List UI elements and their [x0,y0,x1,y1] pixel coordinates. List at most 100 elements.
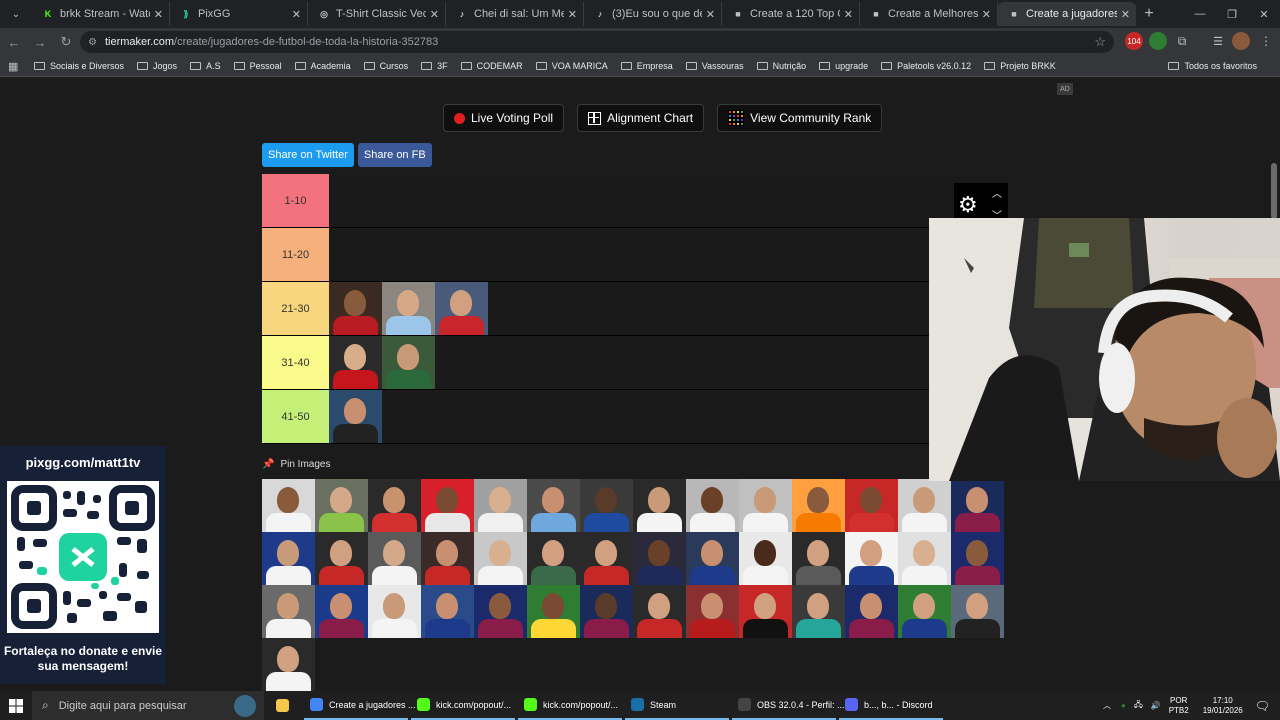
extension-green-icon[interactable] [1149,32,1167,50]
player-image[interactable] [262,532,315,585]
tray-app-icon[interactable]: ● [1121,701,1126,710]
player-image[interactable] [527,532,580,585]
player-image[interactable] [382,282,435,335]
player-image[interactable] [792,479,845,532]
close-tab-icon[interactable]: ✕ [430,8,439,21]
minimize-button[interactable]: — [1184,0,1216,28]
close-tab-icon[interactable]: ✕ [706,8,715,21]
close-tab-icon[interactable]: ✕ [154,8,163,21]
extensions-puzzle-icon[interactable]: ⧉ [1173,32,1191,50]
player-image[interactable] [329,282,382,335]
player-image[interactable] [421,479,474,532]
player-image[interactable] [527,585,580,638]
move-up-icon[interactable]: ︿ [992,185,1002,200]
player-image[interactable] [315,479,368,532]
player-image[interactable] [686,585,739,638]
player-image[interactable] [845,532,898,585]
browser-tab[interactable]: ♪ Chei di sal: Um Meme Eng ✕ [446,2,584,26]
player-image[interactable] [421,585,474,638]
profile-avatar[interactable] [1232,32,1250,50]
tier-label[interactable]: 41-50 [262,390,329,443]
player-image[interactable] [898,585,951,638]
player-image[interactable] [262,479,315,532]
tray-overflow-icon[interactable]: ︿ [1103,700,1111,711]
bookmark-folder[interactable]: Academia [294,61,351,71]
player-image[interactable] [435,282,488,335]
player-image[interactable] [329,390,382,443]
player-image[interactable] [474,479,527,532]
player-image[interactable] [580,479,633,532]
share-facebook-button[interactable]: Share on FB [357,143,432,167]
pin-images-toggle[interactable]: 📌 Pin Images [262,459,330,470]
close-tab-icon[interactable]: ✕ [1121,8,1130,21]
player-image[interactable] [951,532,1004,585]
address-bar[interactable]: ⚙ tiermaker.com/create/jugadores-de-futb… [80,31,1114,53]
player-image[interactable] [686,479,739,532]
new-tab-button[interactable]: + [1136,5,1162,23]
player-image[interactable] [329,336,382,389]
player-image[interactable] [580,585,633,638]
player-image[interactable] [845,585,898,638]
volume-icon[interactable]: 🔊 [1151,701,1161,710]
bookmark-folder[interactable]: A.S [190,61,221,71]
notification-icon[interactable]: 🗨 [1255,699,1270,713]
player-image[interactable] [633,479,686,532]
close-tab-icon[interactable]: ✕ [982,8,991,21]
site-info-icon[interactable]: ⚙ [88,37,97,48]
player-image[interactable] [315,532,368,585]
live-voting-poll-button[interactable]: Live Voting Poll [443,104,565,132]
clock[interactable]: 17:10 19/01/2026 [1203,696,1243,716]
bookmark-folder[interactable]: Cursos [363,61,408,71]
player-image[interactable] [580,532,633,585]
player-image[interactable] [951,585,1004,638]
close-tab-icon[interactable]: ✕ [292,8,301,21]
bookmark-star-icon[interactable]: ☆ [1094,34,1106,50]
browser-menu-icon[interactable]: ⋮ [1257,32,1275,50]
taskbar-search-box[interactable]: ⌕ Digite aqui para pesquisar [32,691,264,720]
player-image[interactable] [951,479,1004,532]
network-icon[interactable]: 🖧 [1134,699,1143,713]
tier-drop-zone[interactable] [329,336,435,389]
player-image[interactable] [368,479,421,532]
browser-tab[interactable]: ■ Create a 120 Top One Pie ✕ [722,2,860,26]
player-image[interactable] [368,585,421,638]
player-image[interactable] [421,532,474,585]
ad-badge[interactable]: AD [1057,83,1073,95]
extension-badge-icon[interactable]: 104 [1125,32,1143,50]
taskbar-app[interactable]: Steam [625,691,729,720]
bookmark-folder[interactable]: Sociais e Diversos [34,61,124,71]
restore-button[interactable]: ❐ [1216,0,1248,28]
taskbar-app[interactable]: OBS 32.0.4 - Perfil: ... [732,691,845,720]
bookmark-folder[interactable]: Pessoal [233,61,282,71]
bookmark-folder[interactable]: CODEMAR [460,61,523,71]
player-image[interactable] [686,532,739,585]
windows-start-button[interactable] [0,698,32,713]
taskbar-app[interactable]: kick.com/popout/... [518,691,622,720]
tier-drop-zone[interactable] [329,282,488,335]
tab-search-button[interactable]: ⌄ [4,4,28,24]
reload-button[interactable]: ↻ [54,30,78,54]
forward-button[interactable]: → [28,30,52,54]
player-image[interactable] [898,479,951,532]
player-image[interactable] [262,585,315,638]
bookmark-folder[interactable]: Projeto BRKK [984,61,1056,71]
bookmark-folder[interactable]: Jogos [137,61,177,71]
close-window-button[interactable]: ✕ [1248,0,1280,28]
taskbar-app[interactable]: Create a jugadores ... [304,691,416,720]
player-image[interactable] [368,532,421,585]
tier-label[interactable]: 21-30 [262,282,329,335]
player-image[interactable] [739,585,792,638]
media-control-icon[interactable]: ☰ [1209,32,1227,50]
bookmark-folder[interactable]: Nutrição [756,61,806,71]
player-image[interactable] [633,532,686,585]
tier-drop-zone[interactable] [329,390,382,443]
taskbar-app[interactable] [270,691,301,720]
apps-grid-icon[interactable]: ▦ [8,60,20,73]
settings-gear-icon[interactable]: ⚙ [958,192,978,218]
all-bookmarks-folder[interactable]: Todos os favoritos [1168,61,1257,71]
player-image[interactable] [474,532,527,585]
community-rank-button[interactable]: View Community Rank [717,104,883,132]
taskbar-app[interactable]: b..., b... - Discord [839,691,943,720]
bookmark-folder[interactable]: 3F [421,61,448,71]
player-image[interactable] [527,479,580,532]
